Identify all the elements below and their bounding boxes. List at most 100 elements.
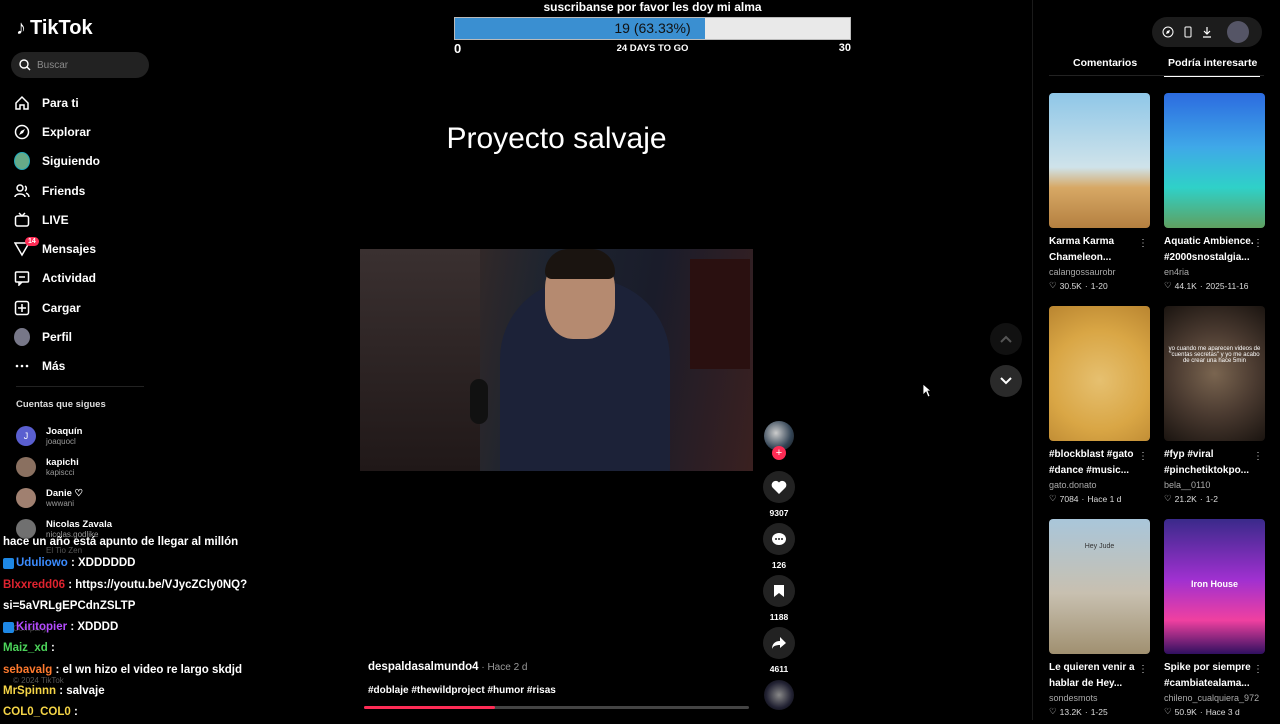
- previous-video-button[interactable]: [990, 323, 1022, 355]
- more-options-icon[interactable]: ⋮: [1138, 664, 1148, 675]
- more-options-icon[interactable]: ⋮: [1253, 238, 1263, 249]
- video-hashtags[interactable]: #doblaje #thewildproject #humor #risas: [368, 685, 556, 696]
- card-author[interactable]: chileno_cualquiera_972: [1164, 693, 1265, 703]
- card-title[interactable]: Le quieren venir a hablar de Hey...: [1049, 660, 1141, 691]
- video-thumbnail[interactable]: [1049, 306, 1150, 441]
- video-thumbnail[interactable]: yo cuando me aparecen videos de "cuentas…: [1164, 306, 1265, 441]
- video-author-name[interactable]: despaldasalmundo4: [368, 661, 479, 673]
- nav-item-actividad[interactable]: Actividad: [14, 264, 154, 293]
- card-date: Hace 3 d: [1205, 706, 1240, 717]
- separator-dot: ·: [1081, 493, 1085, 504]
- recommend-card[interactable]: Iron House ⋮ Spike por siempre #cambiateal…: [1164, 519, 1265, 717]
- card-author[interactable]: en4ria: [1164, 267, 1265, 277]
- share-button[interactable]: 4611: [763, 627, 795, 674]
- user-avatar[interactable]: [1227, 21, 1249, 43]
- heart-outline-icon: ♡: [1049, 706, 1057, 716]
- card-title[interactable]: Aquatic Ambience. #2000snostalgia...: [1164, 234, 1256, 265]
- card-title[interactable]: #blockblast #gato #dance #music...: [1049, 447, 1141, 478]
- follow-plus-button[interactable]: +: [772, 446, 786, 460]
- recommend-card[interactable]: ⋮ #blockblast #gato #dance #music... gato.…: [1049, 306, 1150, 504]
- nav-item-perfil[interactable]: Perfil: [14, 322, 154, 351]
- video-author[interactable]: despaldasalmundo4 · Hace 2 d: [368, 661, 527, 673]
- video-thumbnail[interactable]: Iron House: [1164, 519, 1265, 654]
- card-date: 1-2: [1205, 493, 1218, 504]
- nav-item-m-s[interactable]: Más: [14, 352, 154, 381]
- logo-text: TikTok: [30, 17, 93, 39]
- nav-item-para-ti[interactable]: Para ti: [14, 88, 154, 117]
- chat-badge-icon: [3, 557, 14, 569]
- card-stats: ♡ 21.2K · 1-2: [1164, 493, 1265, 504]
- nav-item-mensajes[interactable]: 14 Mensajes: [14, 234, 154, 263]
- nav-item-friends[interactable]: Friends: [14, 176, 154, 205]
- tiktok-logo[interactable]: ♪ TikTok: [16, 17, 93, 40]
- recommend-card[interactable]: yo cuando me aparecen videos de "cuentas…: [1164, 306, 1265, 504]
- nav-item-label: Actividad: [42, 271, 97, 286]
- phone-icon[interactable]: [1183, 26, 1193, 38]
- main-nav: Para ti Explorar Siguiendo Friends LIVE 14 Men…: [14, 88, 154, 381]
- card-date: 1-20: [1090, 280, 1108, 291]
- messages-badge: 14: [25, 237, 39, 247]
- more-options-icon[interactable]: ⋮: [1138, 238, 1148, 249]
- tiktok-note-icon: ♪: [16, 17, 26, 39]
- music-disc-avatar[interactable]: [764, 680, 794, 710]
- search-input[interactable]: Buscar: [11, 52, 149, 78]
- card-author[interactable]: gato.donato: [1049, 480, 1150, 490]
- nav-item-label: Perfil: [42, 330, 73, 345]
- card-author[interactable]: calangossaurobr: [1049, 267, 1150, 277]
- video-thumbnail[interactable]: [1049, 93, 1150, 228]
- card-stats: ♡ 13.2K · 1-25: [1049, 706, 1150, 717]
- upload-icon: [14, 300, 30, 316]
- chat-username: COL0_COL0: [3, 706, 71, 719]
- next-video-button[interactable]: [990, 365, 1022, 397]
- video-person-hair: [545, 249, 615, 279]
- nav-item-explorar[interactable]: Explorar: [14, 117, 154, 146]
- video-thumbnail[interactable]: [1164, 93, 1265, 228]
- chat-text: : el wn hizo el video re largo skdjd: [55, 663, 243, 676]
- card-title[interactable]: #fyp #viral #pinchetiktokpo...: [1164, 447, 1256, 478]
- video-progress-bar[interactable]: [364, 706, 749, 709]
- tab-comentarios[interactable]: Comentarios: [1073, 57, 1137, 69]
- card-title[interactable]: Karma Karma Chameleon...: [1049, 234, 1141, 265]
- card-likes: 13.2K: [1059, 706, 1082, 717]
- goal-progress-label: 19 (63.33%): [614, 20, 691, 36]
- chat-text: :: [73, 706, 78, 719]
- nav-item-cargar[interactable]: Cargar: [14, 293, 154, 322]
- following-account[interactable]: Danie ♡ wwwani: [16, 482, 156, 513]
- chevron-down-icon: [1000, 377, 1012, 385]
- card-stats: ♡ 30.5K · 1-20: [1049, 280, 1150, 291]
- chat-username: Blxxredd06: [3, 578, 66, 591]
- download-icon[interactable]: [1202, 26, 1212, 38]
- more-options-icon[interactable]: ⋮: [1253, 451, 1263, 462]
- recommend-card[interactable]: ⋮ Aquatic Ambience. #2000snostalgia... en4…: [1164, 93, 1265, 291]
- card-author[interactable]: bela__0110: [1164, 480, 1265, 490]
- recommend-card[interactable]: Hey Jude ⋮ Le quieren venir a hablar de He…: [1049, 519, 1150, 717]
- thumb-overlay-text: yo cuando me aparecen videos de "cuentas…: [1168, 346, 1261, 364]
- card-date: Hace 1 d: [1087, 493, 1122, 504]
- card-likes: 7084: [1059, 493, 1079, 504]
- card-author[interactable]: sondesmots: [1049, 693, 1150, 703]
- nav-item-label: Para ti: [42, 95, 79, 110]
- compass-icon: [14, 124, 30, 140]
- mouse-cursor-icon: [922, 383, 932, 398]
- card-title[interactable]: Spike por siempre #cambiatealama...: [1164, 660, 1256, 691]
- save-button[interactable]: 1188: [763, 575, 795, 622]
- compass-icon[interactable]: [1162, 26, 1174, 38]
- more-options-icon[interactable]: ⋮: [1138, 451, 1148, 462]
- separator-dot: ·: [1084, 280, 1088, 291]
- like-button[interactable]: 9307: [763, 471, 795, 518]
- nav-item-label: LIVE: [42, 212, 69, 227]
- nav-item-label: Siguiendo: [42, 154, 100, 169]
- tab-podria-interesarte[interactable]: Podría interesarte: [1168, 57, 1257, 69]
- video-thumbnail[interactable]: Hey Jude: [1049, 519, 1150, 654]
- more-options-icon[interactable]: ⋮: [1253, 664, 1263, 675]
- chat-message: Blxxredd06 : https://youtu.be/VJycZCly0N…: [3, 575, 253, 618]
- toolbar-pill: [1152, 17, 1262, 47]
- following-account[interactable]: J Joaquín joaquocl: [16, 420, 156, 451]
- following-account[interactable]: kapichi kapiscci: [16, 451, 156, 482]
- video-player[interactable]: [360, 249, 753, 471]
- recommend-card[interactable]: ⋮ Karma Karma Chameleon... calangossaurobr…: [1049, 93, 1150, 291]
- comment-icon: [772, 532, 786, 545]
- nav-item-siguiendo[interactable]: Siguiendo: [14, 147, 154, 176]
- comment-button[interactable]: 126: [763, 523, 795, 570]
- nav-item-live[interactable]: LIVE: [14, 205, 154, 234]
